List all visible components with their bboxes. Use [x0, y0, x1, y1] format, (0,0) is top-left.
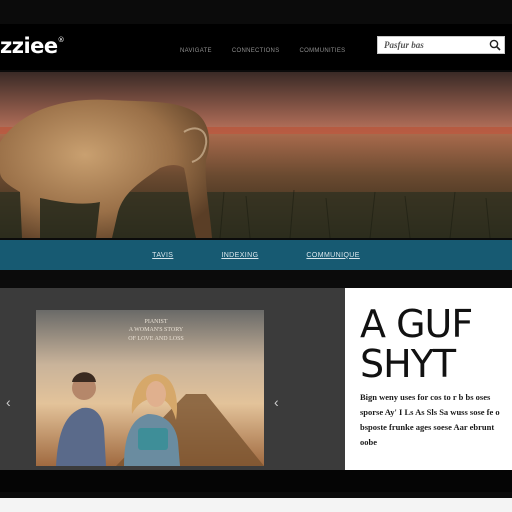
brand-name: zziee: [0, 34, 58, 58]
search-input[interactable]: [384, 39, 484, 51]
chevron-left-icon[interactable]: ‹: [274, 394, 279, 410]
poster-caption: PIANIST A WOMAN'S STORY OF LOVE AND LOSS: [128, 319, 184, 342]
brand-logo[interactable]: zziee®: [0, 34, 65, 58]
hero-landscape-image: [0, 72, 512, 238]
hero-banner: [0, 72, 512, 238]
brand-mark: ®: [57, 36, 65, 44]
feature-body-text: Bign weny uses for cos to r b bs oses sp…: [360, 392, 500, 447]
bottom-bar: [0, 470, 512, 492]
feature-poster[interactable]: PIANIST A WOMAN'S STORY OF LOVE AND LOSS: [36, 310, 264, 466]
strip-item-indexing[interactable]: INDEXING: [221, 252, 258, 259]
nav-item-connections[interactable]: CONNECTIONS: [232, 48, 280, 54]
search-box: [377, 36, 505, 54]
strip-item-tavis[interactable]: TAVIS: [152, 252, 173, 259]
search-icon[interactable]: [488, 38, 502, 52]
main-nav: NAVIGATE CONNECTIONS COMMUNITIES: [180, 48, 345, 54]
chevron-left-icon[interactable]: ‹: [6, 394, 11, 410]
feature-headline: A GUF SHYT: [360, 302, 473, 386]
nav-item-navigate[interactable]: NAVIGATE: [180, 48, 212, 54]
strip-item-communique[interactable]: COMMUNIQUE: [306, 252, 359, 259]
carousel-panel: ‹ PIANIST A WOMAN'S STORY OF LOVE AND LO…: [0, 288, 345, 470]
secondary-nav-strip: TAVIS INDEXING COMMUNIQUE: [0, 240, 512, 270]
feature-section: ‹ PIANIST A WOMAN'S STORY OF LOVE AND LO…: [0, 288, 512, 470]
nav-item-communities[interactable]: COMMUNITIES: [300, 48, 346, 54]
